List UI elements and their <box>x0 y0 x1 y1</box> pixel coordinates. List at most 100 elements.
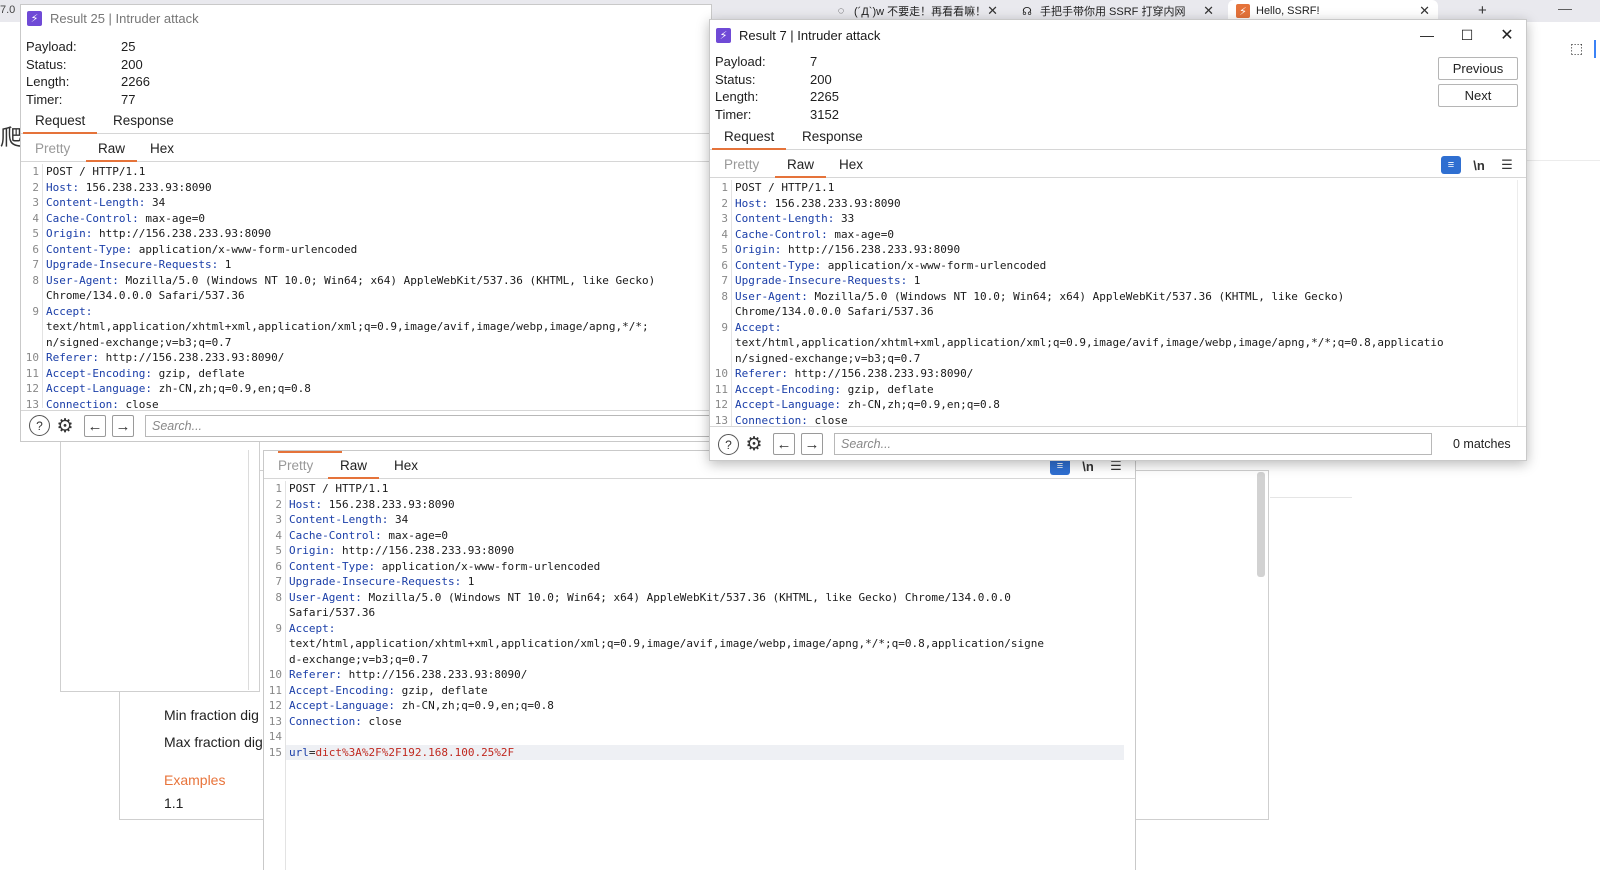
next-button[interactable]: Next <box>1438 84 1518 107</box>
extension-icon[interactable]: ⬚ <box>1570 40 1583 57</box>
back-arrow-icon[interactable]: ← <box>773 433 795 455</box>
header-name: Referer: <box>735 367 788 380</box>
code-line: 2 Host: 156.238.233.93:8090 <box>21 180 711 196</box>
header-value: max-age=0 <box>138 211 205 225</box>
header-value: close <box>807 413 848 427</box>
header-name: Accept-Encoding: <box>735 382 841 396</box>
header-name: Origin: <box>46 227 93 240</box>
result25-view-tabs: Pretty Raw Hex <box>21 138 711 162</box>
burp-app-icon: ⚡ <box>27 10 42 26</box>
code-line: 1 POST / HTTP/1.1 <box>21 164 711 180</box>
header-value: http://156.238.233.93:8090/ <box>98 351 285 364</box>
line-text: Accept-Language: zh-CN,zh;q=0.9,en;q=0.8 <box>286 698 1134 714</box>
line-text: User-Agent: Mozilla/5.0 (Windows NT 10.0… <box>43 273 711 289</box>
code-line: 6 Content-Type: application/x-www-form-ur… <box>264 559 1134 575</box>
code-line: 9 Accept: <box>264 621 1134 637</box>
header-name: Content-Length: <box>46 196 146 209</box>
line-text: POST / HTTP/1.1 <box>732 180 1516 196</box>
minimize-button[interactable]: — <box>1407 24 1447 46</box>
tab-hex[interactable]: Hex <box>382 455 430 479</box>
menu-icon[interactable]: ☰ <box>1497 156 1517 174</box>
close-button[interactable]: ✕ <box>1487 24 1526 46</box>
tab-raw[interactable]: Raw <box>328 455 380 479</box>
header-value: gzip, deflate <box>840 382 934 396</box>
search-input[interactable] <box>145 415 711 437</box>
line-number: 5 <box>721 243 728 256</box>
browser-minimize-button[interactable]: — <box>1558 0 1572 16</box>
header-value: application/x-www-form-urlencoded <box>821 258 1047 272</box>
line-number <box>710 304 732 320</box>
tab-response[interactable]: Response <box>101 110 186 134</box>
header-value: close <box>118 397 159 409</box>
line-number <box>710 335 732 351</box>
code-line: 7 Upgrade-Insecure-Requests: 1 <box>710 273 1516 289</box>
line-text: n/signed-exchange;v=b3;q=0.7 <box>732 351 1516 367</box>
settings-icon[interactable]: ⚙ <box>743 433 765 455</box>
tab-hex[interactable]: Hex <box>827 154 875 178</box>
line-text: Origin: http://156.238.233.93:8090 <box>43 226 711 242</box>
new-tab-button[interactable]: + <box>1478 2 1487 19</box>
meta-value: 3152 <box>810 106 839 122</box>
line-text: Referer: http://156.238.233.93:8090/ <box>286 667 1134 683</box>
request-editor-result7[interactable]: 1 POST / HTTP/1.1 2 Host: 156.238.233.93:80… <box>710 180 1516 426</box>
help-icon[interactable]: ? <box>718 434 739 455</box>
line-number: 8 <box>721 289 728 303</box>
header-value: max-age=0 <box>381 528 448 542</box>
settings-icon[interactable]: ⚙ <box>54 415 76 437</box>
meta-key: Status: <box>715 71 756 87</box>
result7-titlebar[interactable]: ⚡ Result 7 | Intruder attack <box>710 20 1526 50</box>
line-number <box>21 288 43 304</box>
line-number <box>264 652 286 668</box>
code-line: 5 Origin: http://156.238.233.93:8090 <box>710 242 1516 258</box>
header-value: Chrome/134.0.0.0 Safari/537.36 <box>735 305 934 318</box>
search-input[interactable] <box>834 433 1432 455</box>
tab-hex[interactable]: Hex <box>138 138 186 162</box>
line-text: Content-Length: 34 <box>286 512 1134 528</box>
line-text: Connection: close <box>286 714 1134 730</box>
tab-pretty[interactable]: Pretty <box>266 455 325 479</box>
tab-pretty[interactable]: Pretty <box>23 138 82 162</box>
header-name: Cache-Control: <box>46 211 139 225</box>
meta-key: Payload: <box>715 54 766 69</box>
wrap-lines-icon[interactable]: ≡ <box>1441 156 1461 174</box>
forward-arrow-icon[interactable]: → <box>112 415 134 437</box>
line-text: text/html,application/xhtml+xml,applicat… <box>43 319 711 335</box>
line-number: 5 <box>275 544 282 557</box>
back-arrow-icon[interactable]: ← <box>84 415 106 437</box>
tab-close-icon[interactable]: ✕ <box>987 3 998 19</box>
ssrf-favicon-icon: ⚡ <box>1236 4 1250 18</box>
tab-request[interactable]: Request <box>712 126 787 150</box>
line-text: Safari/537.36 <box>286 605 1134 621</box>
background-scrollbar[interactable] <box>1257 472 1265 577</box>
tab-request[interactable]: Request <box>23 110 98 134</box>
editor-scrollbar[interactable] <box>1517 180 1525 426</box>
code-line: 5 Origin: http://156.238.233.93:8090 <box>21 226 711 242</box>
line-text: Accept-Language: zh-CN,zh;q=0.9,en;q=0.8 <box>732 397 1516 413</box>
result25-titlebar[interactable]: ⚡ Result 25 | Intruder attack <box>21 5 711 31</box>
previous-button[interactable]: Previous <box>1438 57 1518 80</box>
help-icon[interactable]: ? <box>29 415 50 436</box>
tab-close-icon[interactable]: ✕ <box>1419 3 1430 19</box>
line-number: 13 <box>25 397 39 409</box>
header-value: 1 <box>218 258 232 271</box>
request-editor-bg[interactable]: 1 POST / HTTP/1.1 2 Host: 156.238.233.93:80… <box>264 481 1134 870</box>
tab-raw[interactable]: Raw <box>86 138 138 162</box>
line-number: 11 <box>25 366 39 380</box>
line-number: 11 <box>714 382 728 396</box>
newline-icon[interactable]: \n <box>1469 156 1489 174</box>
meta-key: Timer: <box>715 106 752 122</box>
tab-raw[interactable]: Raw <box>775 154 827 178</box>
tab-response[interactable]: Response <box>790 126 875 150</box>
tab-pretty[interactable]: Pretty <box>712 154 771 178</box>
window-title: Result 25 | Intruder attack <box>50 10 199 26</box>
code-line: text/html,application/xhtml+xml,applicat… <box>264 636 1134 652</box>
maximize-button[interactable]: ☐ <box>1447 24 1487 46</box>
tab-close-icon[interactable]: ✕ <box>1203 3 1214 19</box>
request-editor-result25[interactable]: 1 POST / HTTP/1.1 2 Host: 156.238.233.93:80… <box>21 164 711 409</box>
line-text: Cache-Control: max-age=0 <box>732 227 1516 243</box>
line-text: Chrome/134.0.0.0 Safari/537.36 <box>43 288 711 304</box>
header-name: Connection: <box>735 413 808 427</box>
header-value: application/x-www-form-urlencoded <box>132 242 358 256</box>
forward-arrow-icon[interactable]: → <box>801 433 823 455</box>
header-name: Accept: <box>46 304 93 318</box>
